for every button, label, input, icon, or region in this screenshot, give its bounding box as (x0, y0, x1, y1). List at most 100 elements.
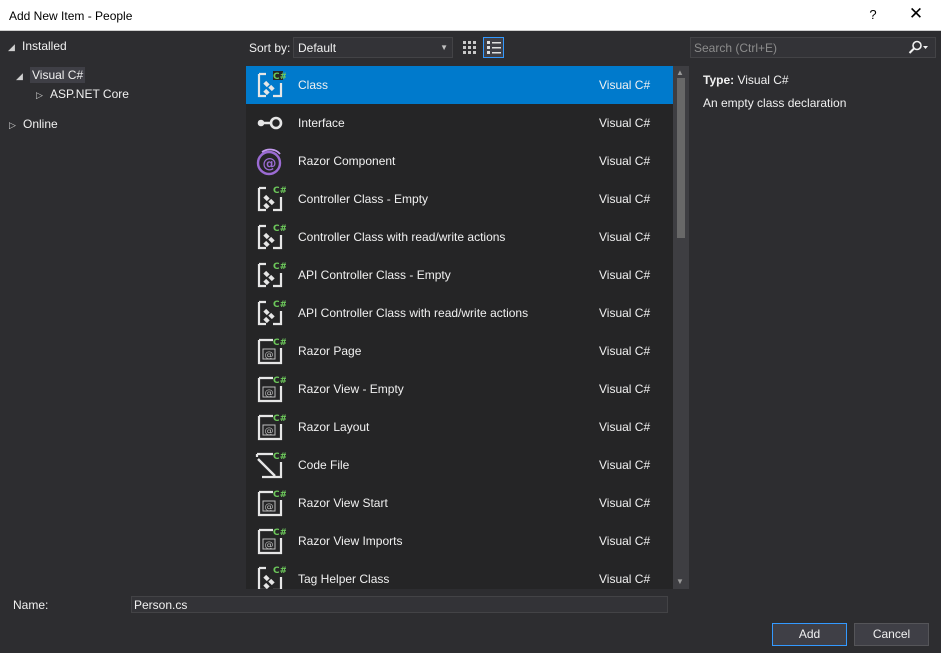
svg-text:C#: C# (273, 414, 286, 424)
svg-text:@: @ (265, 427, 274, 437)
class-icon: C# (254, 221, 287, 253)
tree-label: Installed (22, 39, 67, 53)
tree-label: Online (23, 117, 58, 131)
template-name: Interface (298, 116, 345, 130)
collapsed-triangle-icon[interactable]: ▷ (36, 86, 50, 104)
template-list: C# Class Visual C# Interface Visual C# @ Razor… (246, 66, 673, 589)
list-view-button[interactable] (483, 37, 504, 58)
template-item[interactable]: C# Code File Visual C# (246, 446, 673, 484)
tree-item-online[interactable]: ▷ Online (9, 115, 58, 133)
search-input[interactable] (694, 40, 899, 55)
code-file-icon: C# (254, 449, 287, 481)
svg-text:C#: C# (273, 338, 286, 348)
template-item[interactable]: C# @ Razor View Imports Visual C# (246, 522, 673, 560)
template-item[interactable]: C# Controller Class - Empty Visual C# (246, 180, 673, 218)
svg-text:C#: C# (273, 72, 286, 82)
svg-text:@: @ (265, 503, 274, 513)
detail-pane: Type: Visual C# An empty class declarati… (690, 66, 936, 589)
svg-text:@: @ (265, 351, 274, 361)
grid-view-icon (463, 41, 476, 54)
template-language: Visual C# (599, 268, 651, 282)
template-language: Visual C# (599, 496, 651, 510)
svg-text:@: @ (265, 541, 274, 551)
template-language: Visual C# (599, 458, 651, 472)
template-item[interactable]: @ Razor Component Visual C# (246, 142, 673, 180)
name-label: Name: (13, 598, 49, 612)
cancel-button[interactable]: Cancel (854, 623, 929, 646)
type-row: Type: Visual C# (703, 73, 789, 87)
template-language: Visual C# (599, 306, 651, 320)
close-button[interactable]: ✕ (906, 4, 926, 24)
search-icon[interactable] (907, 40, 929, 58)
class-icon: C# (254, 69, 287, 101)
template-name: API Controller Class - Empty (298, 268, 451, 282)
template-name: Class (298, 78, 329, 92)
chevron-down-icon: ▼ (440, 43, 448, 52)
template-language: Visual C# (599, 154, 651, 168)
template-item[interactable]: C# @ Razor Layout Visual C# (246, 408, 673, 446)
svg-text:C#: C# (273, 300, 286, 310)
svg-text:C#: C# (273, 376, 286, 386)
template-name: Controller Class - Empty (298, 192, 429, 206)
list-scrollbar[interactable]: ▲ ▼ (673, 66, 689, 589)
template-language: Visual C# (599, 382, 651, 396)
title-bar: Add New Item - People ? ✕ (0, 0, 941, 31)
type-value: Visual C# (737, 73, 789, 87)
svg-text:C#: C# (273, 566, 286, 576)
category-tree: ◢ Installed ◢ Visual C# ▷ ASP.NET Core ▷ Onl… (0, 31, 243, 589)
template-item[interactable]: C# @ Razor View Start Visual C# (246, 484, 673, 522)
template-language: Visual C# (599, 572, 651, 586)
window-title: Add New Item - People (9, 9, 133, 23)
class-icon: C# (254, 259, 287, 291)
template-language: Visual C# (599, 192, 651, 206)
template-name: Controller Class with read/write actions (298, 230, 506, 244)
template-item[interactable]: C# @ Razor Page Visual C# (246, 332, 673, 370)
template-item[interactable]: C# API Controller Class with read/write a… (246, 294, 673, 332)
scroll-up-arrow-icon[interactable]: ▲ (676, 68, 684, 77)
sort-by-dropdown[interactable]: Default ▼ (293, 37, 453, 58)
template-language: Visual C# (599, 230, 651, 244)
tree-label: ASP.NET Core (50, 87, 129, 101)
search-box[interactable] (690, 37, 936, 58)
tree-label: Visual C# (30, 67, 86, 83)
template-name: Razor Component (298, 154, 396, 168)
template-name: Tag Helper Class (298, 572, 390, 586)
template-language: Visual C# (599, 78, 651, 92)
small-icons-view-button[interactable] (459, 37, 480, 58)
razor-page-icon: C# @ (254, 411, 287, 443)
svg-text:C#: C# (273, 490, 286, 500)
template-item[interactable]: Interface Visual C# (246, 104, 673, 142)
tree-item-visual-csharp[interactable]: ◢ Visual C# (16, 66, 86, 85)
svg-text:C#: C# (273, 452, 286, 462)
template-language: Visual C# (599, 116, 651, 130)
template-item[interactable]: C# Tag Helper Class Visual C# (246, 560, 673, 589)
add-button[interactable]: Add (772, 623, 847, 646)
razor-page-icon: C# @ (254, 335, 287, 367)
name-input[interactable] (131, 596, 668, 613)
template-item[interactable]: C# @ Razor View - Empty Visual C# (246, 370, 673, 408)
template-item[interactable]: C# Controller Class with read/write actio… (246, 218, 673, 256)
sort-by-label: Sort by: (249, 41, 291, 55)
svg-text:C#: C# (273, 262, 286, 272)
scrollbar-thumb[interactable] (677, 78, 685, 238)
help-button[interactable]: ? (866, 7, 880, 22)
class-icon: C# (254, 563, 287, 589)
expanded-triangle-icon[interactable]: ◢ (16, 67, 30, 85)
list-view-icon (486, 41, 501, 54)
razor-page-icon: C# @ (254, 487, 287, 519)
template-name: API Controller Class with read/write act… (298, 306, 529, 320)
template-description: An empty class declaration (703, 96, 847, 110)
class-icon: C# (254, 297, 287, 329)
tree-item-installed[interactable]: ◢ Installed (8, 37, 67, 55)
template-item[interactable]: C# API Controller Class - Empty Visual C# (246, 256, 673, 294)
scroll-down-arrow-icon[interactable]: ▼ (676, 577, 684, 586)
tree-item-aspnet-core[interactable]: ▷ ASP.NET Core (36, 85, 129, 103)
type-label: Type: (703, 73, 735, 87)
svg-text:C#: C# (273, 186, 286, 196)
svg-text:@: @ (265, 389, 274, 399)
template-name: Code File (298, 458, 350, 472)
collapsed-triangle-icon[interactable]: ▷ (9, 116, 23, 134)
template-item[interactable]: C# Class Visual C# (246, 66, 673, 104)
template-language: Visual C# (599, 420, 651, 434)
expanded-triangle-icon[interactable]: ◢ (8, 38, 22, 56)
